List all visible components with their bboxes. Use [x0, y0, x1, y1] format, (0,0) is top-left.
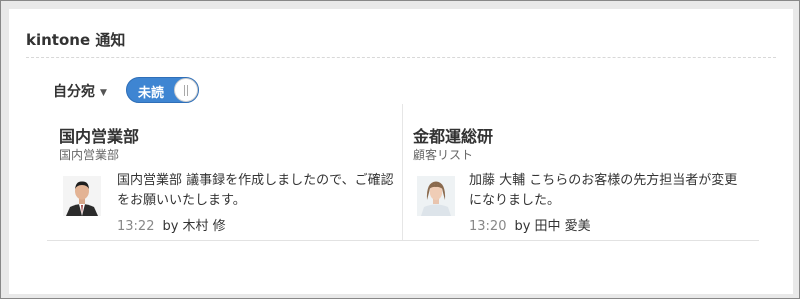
avatar-image — [417, 176, 455, 216]
woman-avatar — [417, 176, 455, 216]
man-in-suit-avatar — [63, 176, 101, 216]
notification-app-title[interactable]: 国内営業部 — [59, 123, 139, 147]
notification-message: 加藤 大輔 こちらのお客様の先方担当者が変更になりました。 — [469, 173, 738, 208]
notification-meta: 13:20 by 田中 愛美 — [469, 215, 591, 234]
filter-label: 自分宛 — [53, 84, 95, 100]
notification-card[interactable]: 国内営業部 国内営業部 国内営業部 議事録を作成しましたので、ご確認をお願いいた… — [47, 104, 403, 240]
notification-meta: 13:22 by 木村 修 — [117, 215, 226, 234]
toggle-label: 未読 — [138, 86, 165, 101]
notification-time: 13:20 — [469, 219, 507, 234]
toggle-knob[interactable] — [174, 78, 198, 102]
recipient-filter-dropdown[interactable]: 自分宛 ▼ — [53, 81, 107, 101]
screenshot-frame: kintone 通知 自分宛 ▼ 未読 国内営業部 国内営業部 国内営業部 議事… — [0, 0, 800, 299]
kintone-notification-widget: kintone 通知 自分宛 ▼ 未読 国内営業部 国内営業部 国内営業部 議事… — [9, 9, 793, 294]
title-divider — [26, 57, 776, 58]
notification-author[interactable]: by 田中 愛美 — [514, 219, 590, 234]
notification-app-subtitle: 顧客リスト — [413, 148, 474, 162]
notification-app-subtitle: 国内営業部 — [59, 148, 120, 162]
notification-author[interactable]: by 木村 修 — [162, 219, 225, 234]
notification-card[interactable]: 金都運総研 顧客リスト 加藤 大輔 こちらのお客様の先方担当者が変更になりました… — [403, 104, 759, 240]
notification-time: 13:22 — [117, 219, 155, 234]
grip-icon — [184, 85, 188, 96]
caret-down-icon: ▼ — [100, 88, 107, 98]
notification-list: 国内営業部 国内営業部 国内営業部 議事録を作成しましたので、ご確認をお願いいた… — [47, 104, 759, 241]
avatar-image — [63, 176, 101, 216]
notification-app-title[interactable]: 金都運総研 — [413, 123, 493, 147]
notification-message: 国内営業部 議事録を作成しましたので、ご確認をお願いいたします。 — [117, 173, 394, 208]
widget-title: kintone 通知 — [26, 31, 126, 49]
unread-toggle[interactable]: 未読 — [126, 77, 199, 103]
